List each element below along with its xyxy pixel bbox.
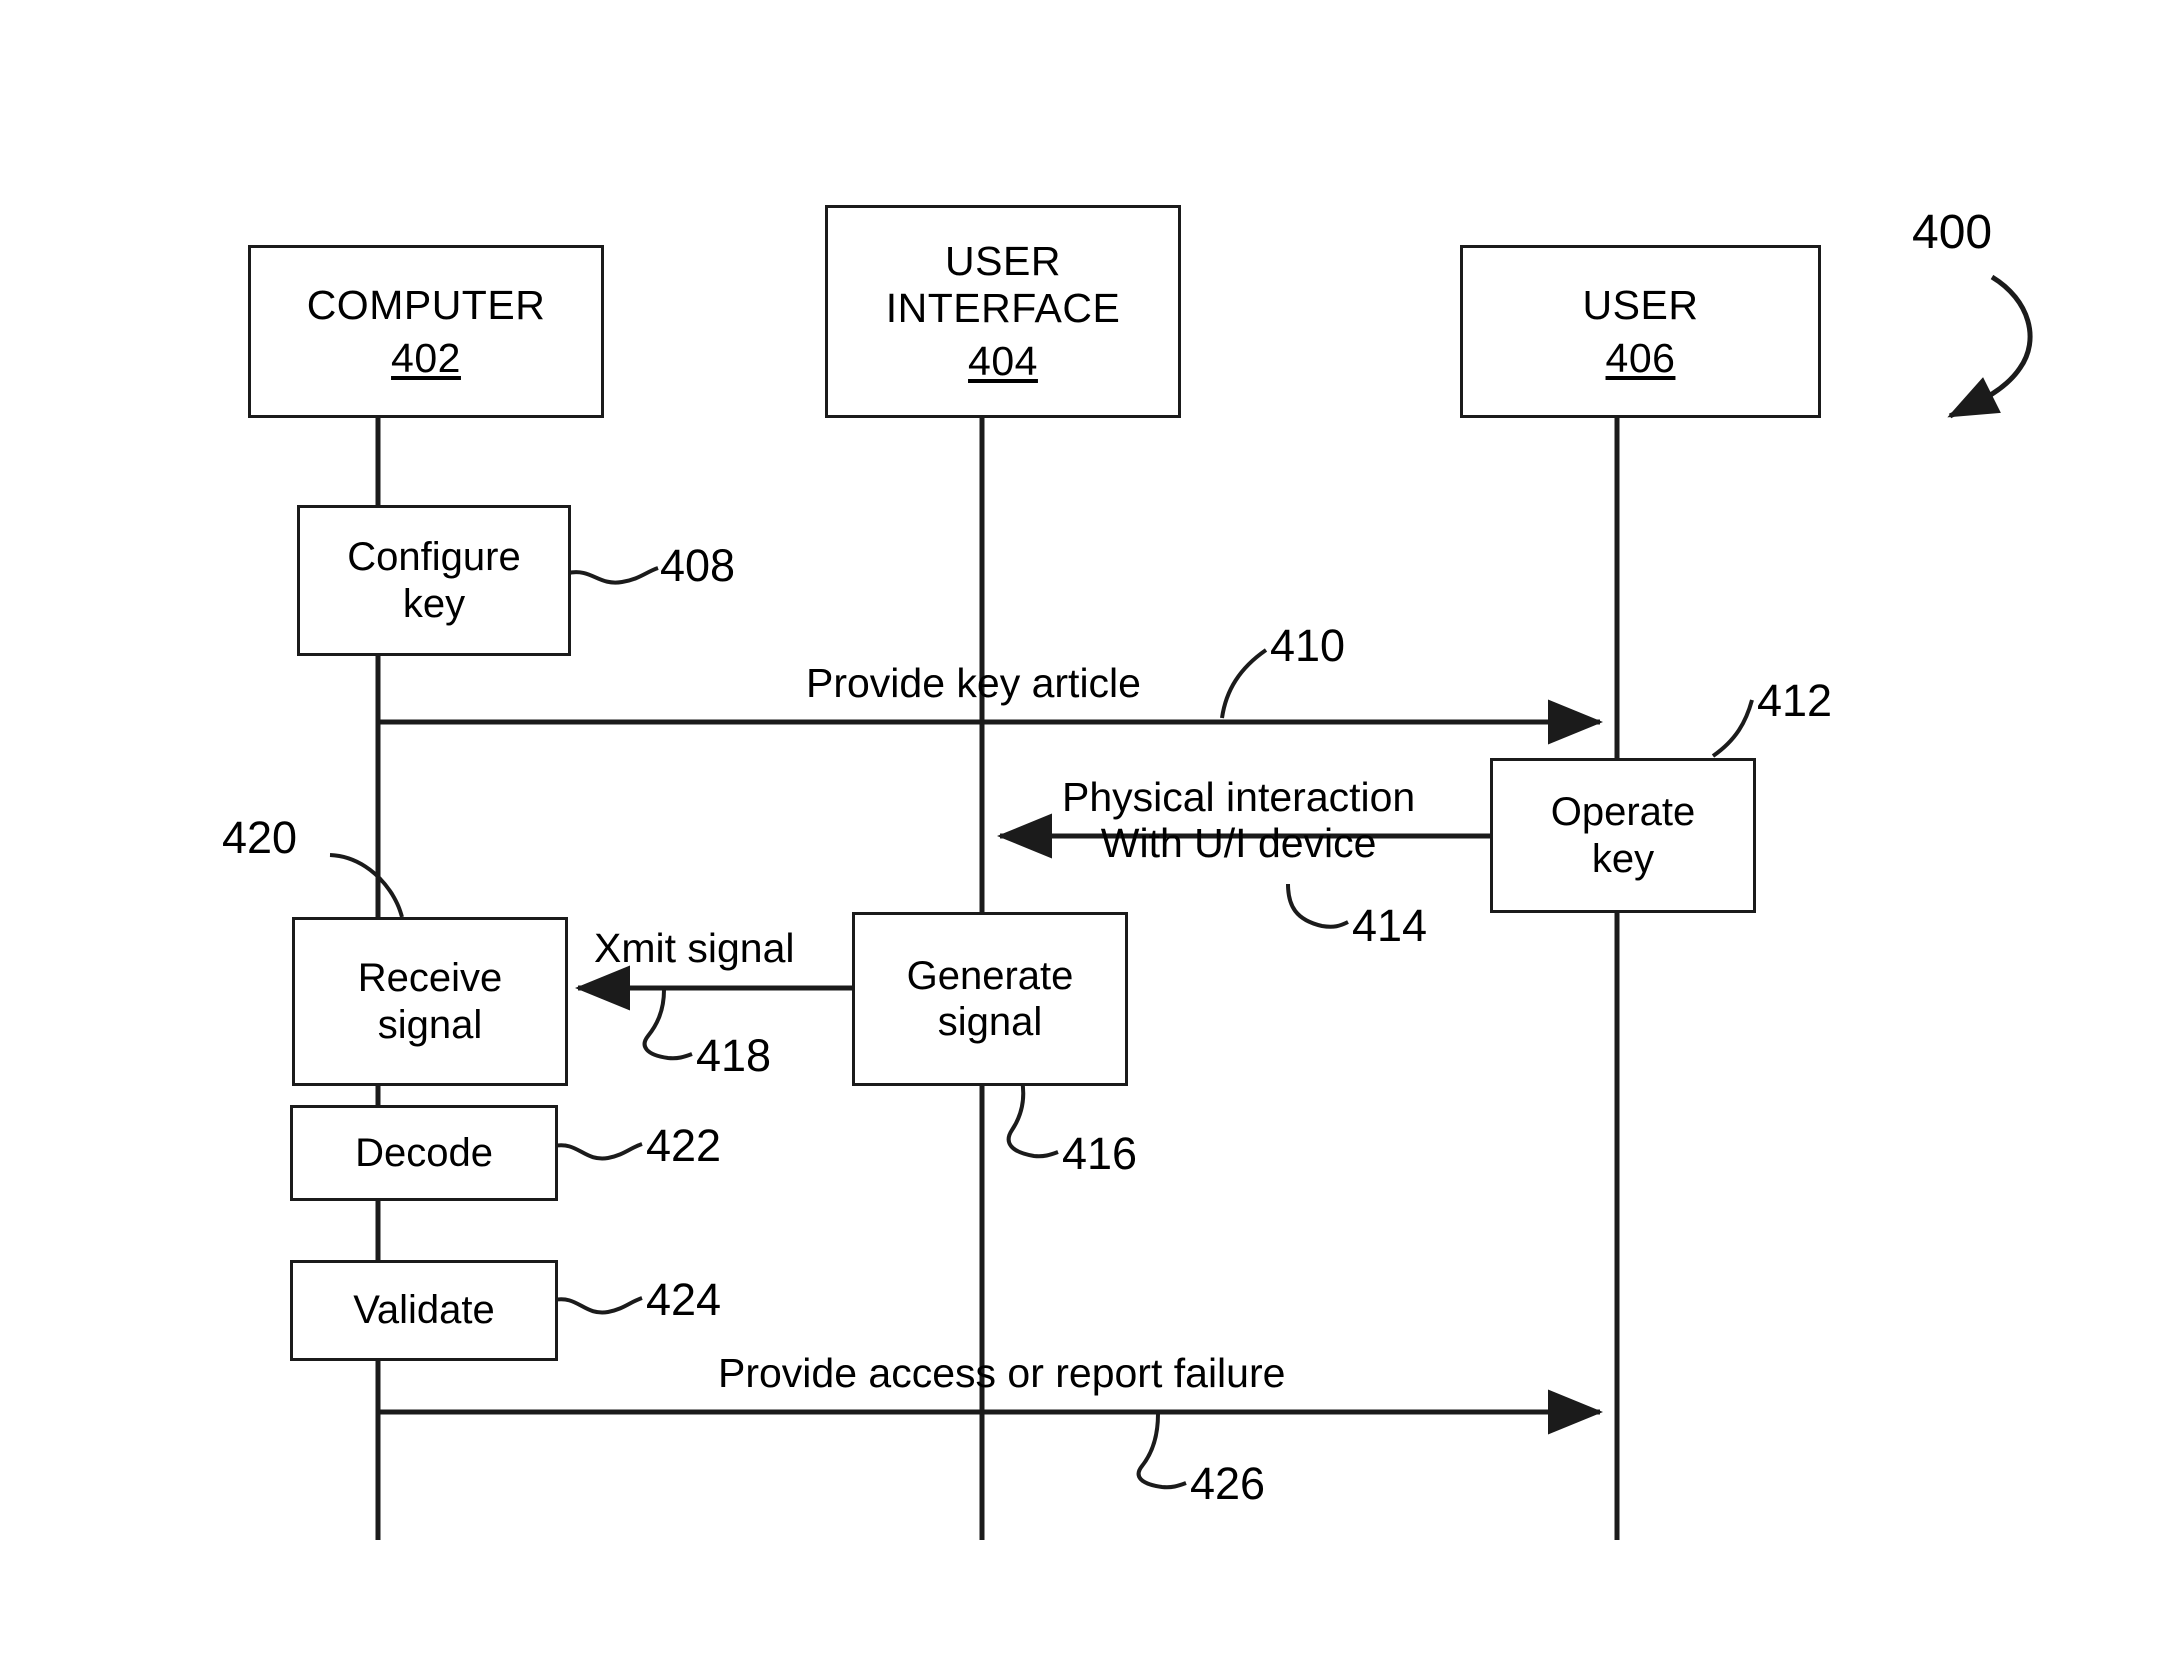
leader-414 xyxy=(1286,883,1349,929)
participant-user-ref: 406 xyxy=(1605,334,1676,381)
figure-canvas: COMPUTER 402 USER INTERFACE 404 USER 406… xyxy=(0,0,2162,1661)
participant-user-interface: USER INTERFACE 404 xyxy=(825,205,1181,418)
participant-user-title: USER xyxy=(1582,281,1699,328)
participant-user: USER 406 xyxy=(1460,245,1821,418)
participant-computer: COMPUTER 402 xyxy=(248,245,604,418)
ref-numeral-408: 408 xyxy=(660,540,736,591)
ref-numeral-418: 418 xyxy=(696,1030,772,1081)
message-xmit-signal-label: Xmit signal xyxy=(594,925,795,971)
leader-410 xyxy=(1220,648,1268,719)
ref-numeral-420: 420 xyxy=(222,812,298,863)
activity-generate-signal-line1: Generate xyxy=(906,953,1074,998)
participant-ui-title-line2: INTERFACE xyxy=(885,285,1121,331)
activity-receive-signal-line2: signal xyxy=(377,1002,483,1047)
leader-416 xyxy=(1006,1079,1059,1159)
activity-decode: Decode xyxy=(290,1105,558,1201)
activity-configure-key: Configure key xyxy=(297,505,571,656)
ref-numeral-422: 422 xyxy=(646,1120,722,1171)
activity-decode-line1: Decode xyxy=(355,1130,493,1175)
ref-numeral-414: 414 xyxy=(1352,900,1428,951)
ref-numeral-400-figure: 400 xyxy=(1912,206,1993,259)
leader-418 xyxy=(642,989,693,1061)
activity-operate-key-line1: Operate xyxy=(1550,790,1696,835)
ref-numeral-412: 412 xyxy=(1757,675,1833,726)
leader-408 xyxy=(567,566,659,585)
activity-validate: Validate xyxy=(290,1260,558,1361)
leader-422 xyxy=(553,1142,643,1161)
participant-ui-ref: 404 xyxy=(968,338,1038,384)
ref-numeral-416: 416 xyxy=(1062,1128,1138,1179)
activity-configure-key-line2: key xyxy=(402,581,466,626)
activity-validate-line1: Validate xyxy=(353,1288,495,1333)
leader-400-pointer xyxy=(1947,274,2033,419)
message-physical-interaction-line2: With U/I device xyxy=(1100,819,1377,866)
activity-receive-signal: Receive signal xyxy=(292,917,568,1086)
message-physical-interaction-line1: Physical interaction xyxy=(1062,774,1416,820)
message-provide-key-article-label: Provide key article xyxy=(806,660,1141,706)
message-provide-access-label: Provide access or report failure xyxy=(718,1350,1286,1396)
activity-receive-signal-line1: Receive xyxy=(357,956,503,1001)
participant-computer-title: COMPUTER xyxy=(306,281,546,328)
leader-424 xyxy=(553,1296,643,1315)
activity-generate-signal: Generate signal xyxy=(852,912,1128,1086)
ref-numeral-424: 424 xyxy=(646,1274,722,1325)
activity-operate-key: Operate key xyxy=(1490,758,1756,913)
leader-426 xyxy=(1136,1413,1187,1490)
activity-operate-key-line2: key xyxy=(1591,836,1655,881)
participant-computer-ref: 402 xyxy=(391,334,461,381)
message-physical-interaction-label: Physical interaction With U/I device xyxy=(1062,774,1416,867)
ref-numeral-426: 426 xyxy=(1190,1458,1266,1509)
activity-configure-key-line1: Configure xyxy=(347,535,521,580)
leader-412 xyxy=(1711,699,1754,758)
participant-ui-title-line1: USER xyxy=(945,238,1061,284)
leader-420 xyxy=(329,853,404,918)
ref-numeral-410: 410 xyxy=(1270,620,1346,671)
activity-generate-signal-line2: signal xyxy=(937,1000,1043,1044)
